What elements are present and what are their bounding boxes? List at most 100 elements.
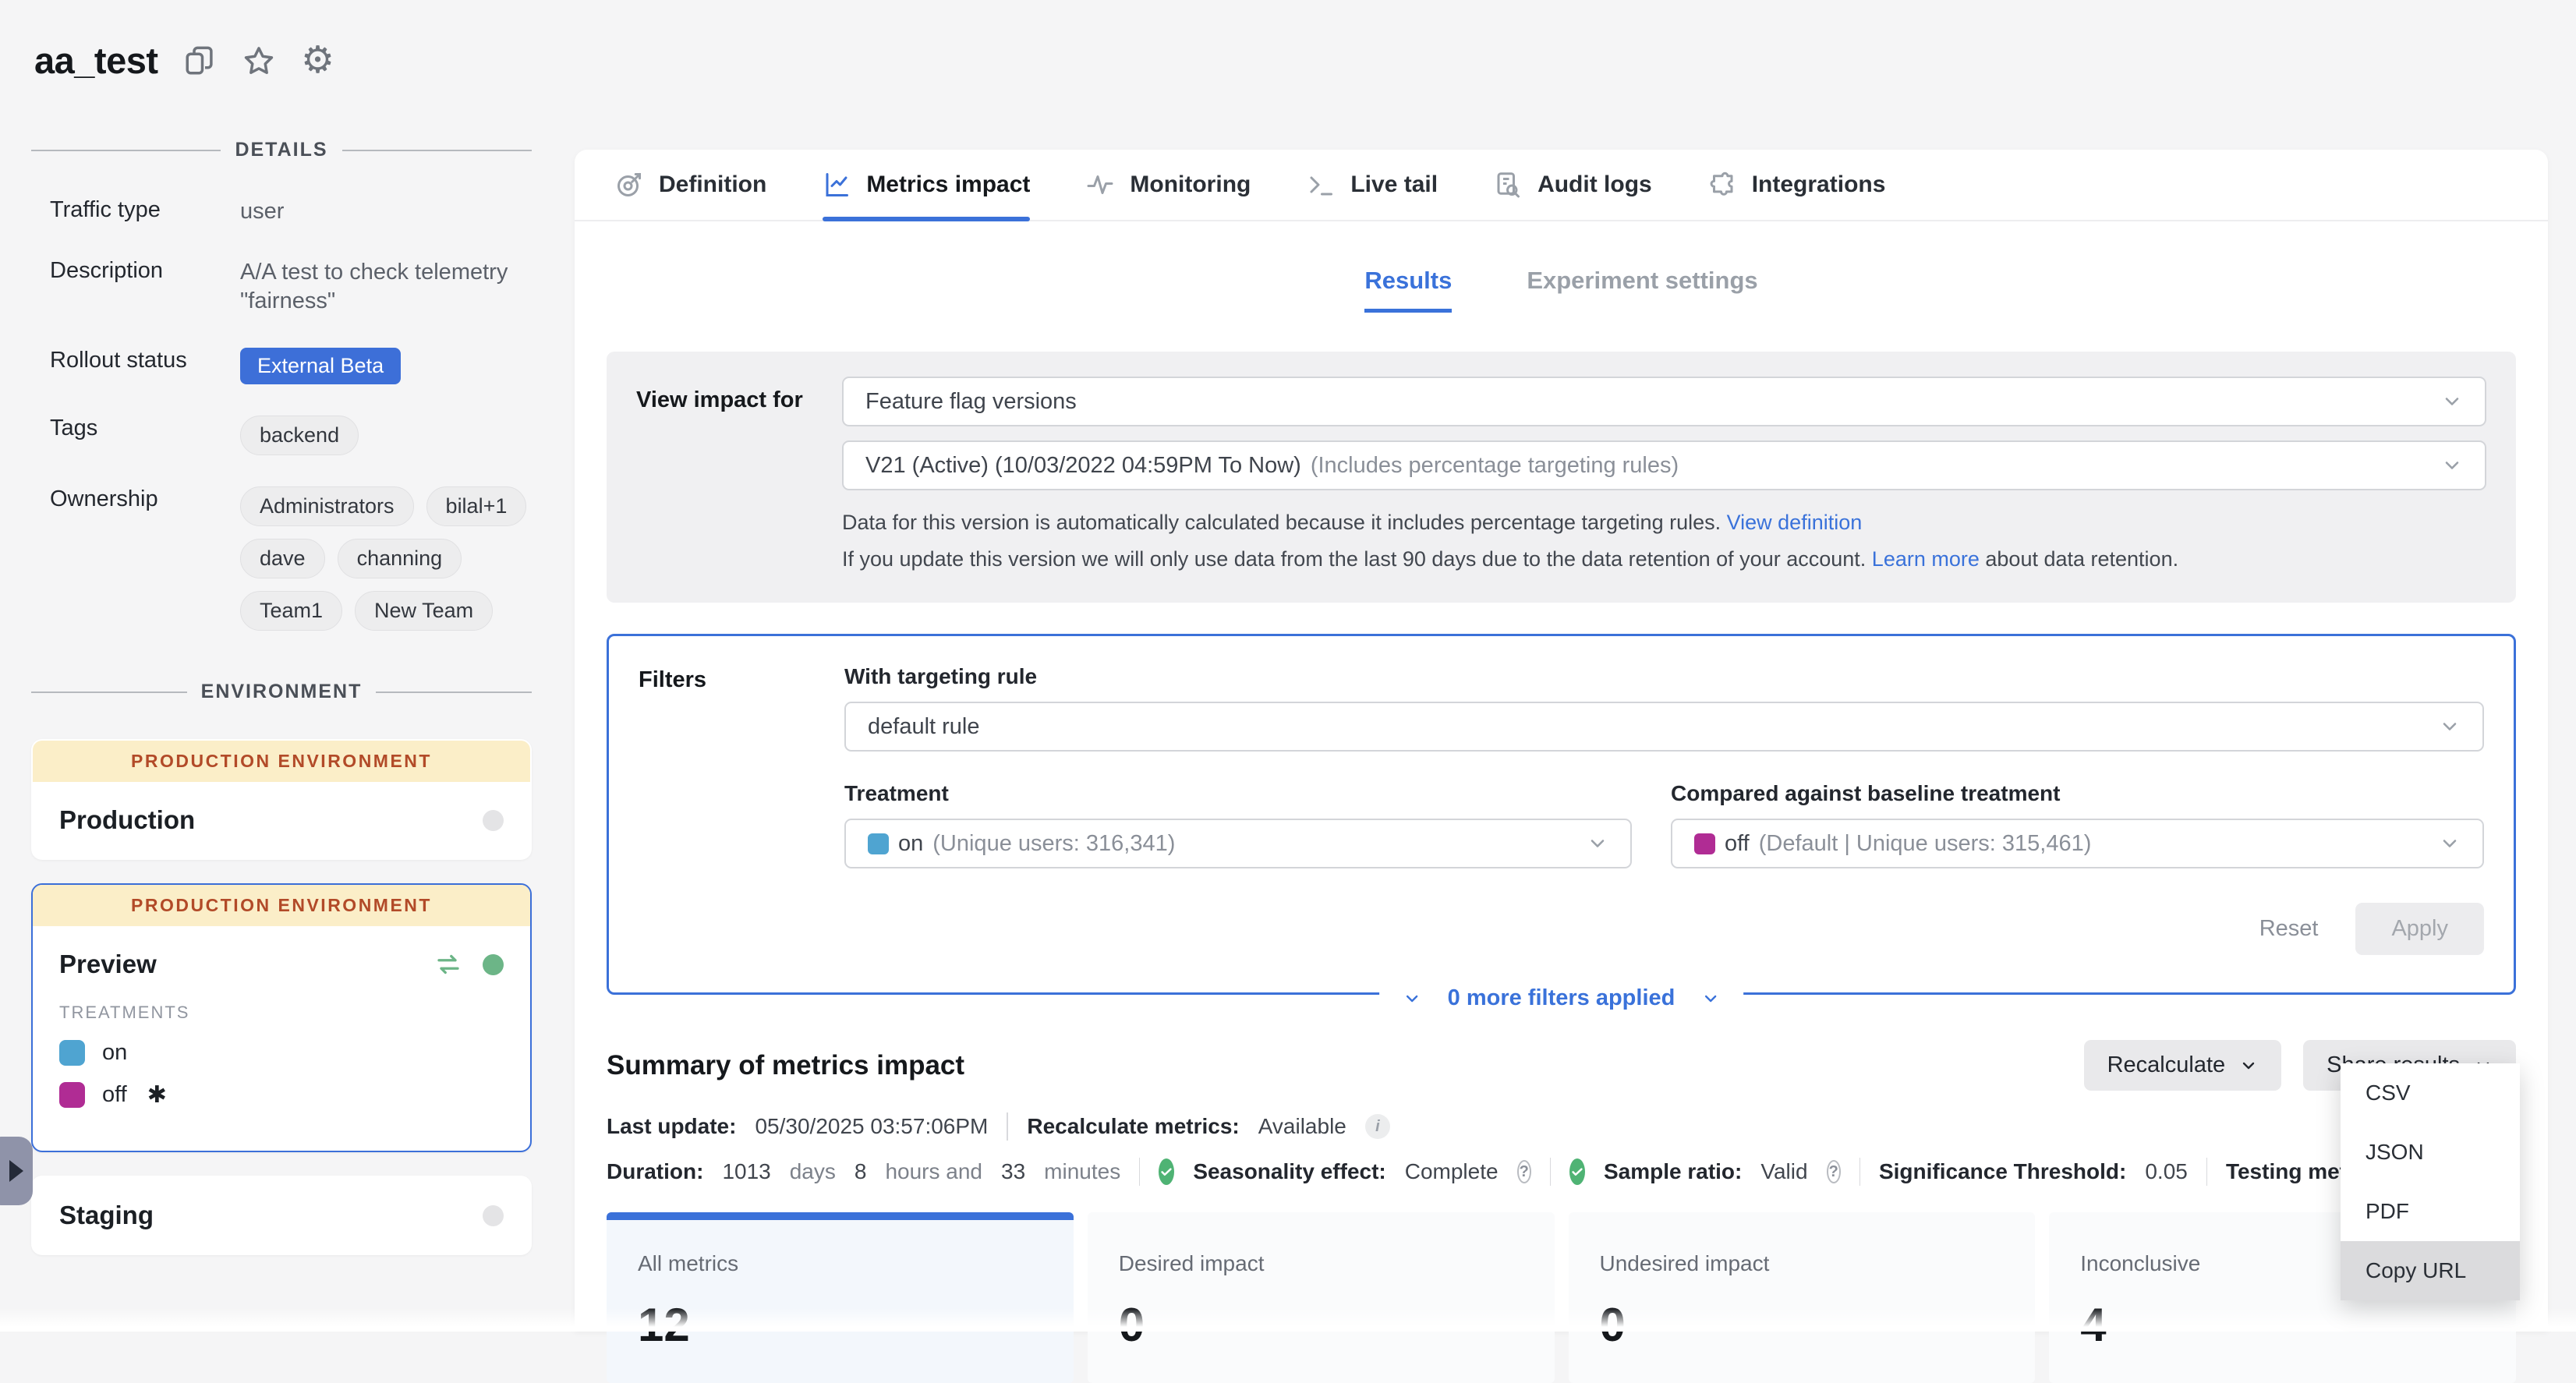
treatment-column: Treatment on (Unique users: 316,341): [844, 781, 1632, 868]
subtab-experiment-settings[interactable]: Experiment settings: [1527, 267, 1757, 313]
baseline-select-detail: (Default | Unique users: 315,461): [1759, 831, 2092, 857]
default-treatment-asterisk-icon: ✱: [147, 1081, 167, 1109]
sample-ratio-value: Valid: [1760, 1159, 1807, 1184]
targeting-rule-select[interactable]: default rule: [844, 702, 2484, 752]
metric-card-desired-impact[interactable]: Desired impact 0: [1088, 1212, 1555, 1383]
info-icon[interactable]: i: [1365, 1114, 1390, 1139]
seasonality-value: Complete: [1405, 1159, 1499, 1184]
share-results-menu: CSV JSON PDF Copy URL: [2341, 1063, 2520, 1300]
treatment-off-swatch: [59, 1082, 85, 1108]
status-line-1: Last update: 05/30/2025 03:57:06PM Recal…: [607, 1112, 2516, 1141]
description-label: Description: [50, 258, 231, 284]
divider: [1007, 1112, 1008, 1141]
sidebar: DETAILS Traffic type user Description A/…: [31, 139, 532, 1279]
summary-header: Summary of metrics impact Recalculate Sh…: [607, 1040, 2516, 1091]
owner-pill[interactable]: New Team: [355, 591, 493, 631]
treatments-heading: TREATMENTS: [59, 1003, 504, 1023]
metric-card-all-metrics[interactable]: All metrics 12: [607, 1212, 1074, 1383]
settings-gear-icon[interactable]: ⚙: [300, 43, 336, 79]
tab-audit-logs[interactable]: Audit logs: [1494, 150, 1652, 220]
owner-pill[interactable]: Administrators: [240, 486, 414, 526]
menu-item-pdf[interactable]: PDF: [2341, 1182, 2520, 1241]
tags-label: Tags: [50, 416, 231, 441]
filters-actions: Reset Apply: [844, 903, 2484, 955]
treatments-block: TREATMENTS on off ✱: [33, 1003, 530, 1151]
more-filters-toggle[interactable]: 0 more filters applied: [1379, 985, 1744, 1011]
learn-more-link[interactable]: Learn more: [1872, 547, 1980, 571]
metric-card-undesired-impact[interactable]: Undesired impact 0: [1569, 1212, 2036, 1383]
divider: [342, 150, 532, 151]
subtab-results[interactable]: Results: [1364, 267, 1452, 313]
version-info-line-2: If you update this version we will only …: [842, 547, 2486, 571]
apply-button[interactable]: Apply: [2355, 903, 2484, 955]
version-select[interactable]: V21 (Active) (10/03/2022 04:59PM To Now)…: [842, 440, 2486, 490]
production-environment-banner: PRODUCTION ENVIRONMENT: [33, 885, 530, 926]
copy-name-icon[interactable]: [182, 43, 218, 79]
tab-monitoring[interactable]: Monitoring: [1086, 150, 1251, 220]
help-icon[interactable]: ?: [1517, 1160, 1531, 1183]
details-grid: Traffic type user Description A/A test t…: [31, 197, 532, 631]
treatment-on-name: on: [102, 1040, 127, 1066]
terminal-icon: [1307, 171, 1335, 199]
impact-type-select[interactable]: Feature flag versions: [842, 377, 2486, 426]
env-card-preview[interactable]: PRODUCTION ENVIRONMENT Preview TREATMENT…: [31, 883, 532, 1152]
filters-label: Filters: [639, 664, 816, 955]
owner-pill[interactable]: channing: [338, 539, 462, 578]
owner-pill[interactable]: bilal+1: [426, 486, 527, 526]
env-status-dot: [483, 1205, 504, 1226]
check-circle-icon: [1569, 1158, 1585, 1185]
significance-label: Significance Threshold:: [1879, 1159, 2126, 1184]
owner-pill[interactable]: Team1: [240, 591, 342, 631]
environment-section: ENVIRONMENT PRODUCTION ENVIRONMENT Produ…: [31, 681, 532, 1255]
star-favorite-icon[interactable]: [241, 43, 277, 79]
menu-item-json[interactable]: JSON: [2341, 1123, 2520, 1182]
baseline-select[interactable]: off (Default | Unique users: 315,461): [1671, 819, 2484, 868]
menu-item-csv[interactable]: CSV: [2341, 1063, 2520, 1123]
divider: [1550, 1158, 1551, 1186]
tab-definition[interactable]: Definition: [615, 150, 766, 220]
divider: [376, 692, 532, 693]
chevron-down-icon: [1587, 833, 1608, 854]
results-subtabs: Results Experiment settings: [607, 267, 2516, 313]
help-icon[interactable]: ?: [1827, 1160, 1841, 1183]
metric-summary-cards: All metrics 12 Desired impact 0 Undesire…: [607, 1212, 2516, 1383]
recalculate-button[interactable]: Recalculate: [2084, 1040, 2282, 1091]
sidebar-collapse-handle[interactable]: [0, 1137, 33, 1205]
target-icon: [615, 171, 643, 199]
divider: [1139, 1158, 1140, 1186]
divider: [1859, 1158, 1860, 1186]
filters-box: Filters With targeting rule default rule…: [607, 634, 2516, 995]
page-header: aa_test ⚙: [34, 39, 336, 82]
traffic-type-value: user: [240, 197, 532, 227]
treatment-row-off: off ✱: [59, 1081, 504, 1109]
env-name-production: Production: [59, 805, 195, 835]
swap-arrows-icon: [434, 950, 462, 978]
view-definition-link[interactable]: View definition: [1727, 511, 1863, 534]
tab-metrics-impact[interactable]: Metrics impact: [823, 150, 1030, 220]
chevron-down-icon: [2439, 716, 2461, 737]
view-impact-label: View impact for: [636, 377, 814, 571]
menu-item-copy-url[interactable]: Copy URL: [2341, 1241, 2520, 1300]
env-card-production[interactable]: PRODUCTION ENVIRONMENT Production: [31, 739, 532, 860]
owner-pill[interactable]: dave: [240, 539, 325, 578]
env-preview-indicators: [434, 950, 504, 978]
collapse-arrow-icon: [9, 1160, 23, 1182]
puzzle-icon: [1708, 171, 1736, 199]
pulse-icon: [1086, 171, 1114, 199]
env-status-dot: [483, 810, 504, 831]
rollout-status-badge[interactable]: External Beta: [240, 348, 401, 384]
tag-pill[interactable]: backend: [240, 416, 359, 455]
last-update-value: 05/30/2025 03:57:06PM: [755, 1114, 988, 1139]
traffic-type-label: Traffic type: [50, 197, 231, 223]
chevron-down-icon: [1403, 989, 1421, 1008]
seasonality-label: Seasonality effect:: [1193, 1159, 1385, 1184]
document-search-icon: [1494, 171, 1522, 199]
tab-integrations[interactable]: Integrations: [1708, 150, 1886, 220]
tab-live-tail[interactable]: Live tail: [1307, 150, 1438, 220]
treatment-select[interactable]: on (Unique users: 316,341): [844, 819, 1632, 868]
env-card-staging[interactable]: Staging: [31, 1176, 532, 1255]
reset-button[interactable]: Reset: [2259, 916, 2319, 942]
chart-icon: [823, 171, 851, 199]
baseline-column: Compared against baseline treatment off …: [1671, 781, 2484, 868]
env-row-preview: Preview: [33, 926, 530, 1003]
